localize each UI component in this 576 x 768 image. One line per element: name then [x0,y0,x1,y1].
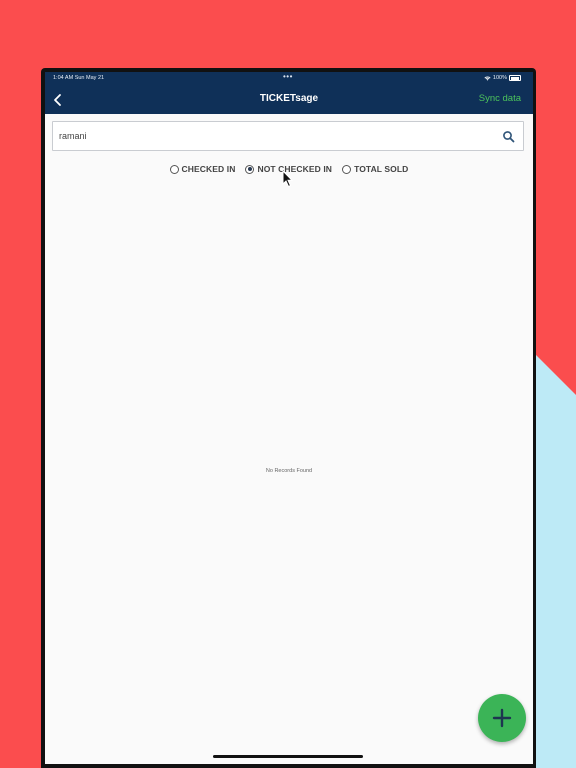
radio-label-total-sold: TOTAL SOLD [354,164,409,174]
wifi-icon [484,76,491,81]
radio-not-checked-in[interactable]: NOT CHECKED IN [245,164,332,174]
app-header: 1:04 AM Sun May 21 ••• 100% TICKETsage S… [45,72,533,114]
sync-data-button[interactable]: Sync data [479,93,521,104]
radio-button-unselected[interactable] [169,164,179,174]
app-screen: 1:04 AM Sun May 21 ••• 100% TICKETsage S… [45,72,533,764]
radio-total-sold[interactable]: TOTAL SOLD [342,164,408,174]
filter-radio-group: CHECKED IN NOT CHECKED IN TOTAL SOLD [45,161,533,177]
radio-button-unselected[interactable] [342,164,352,174]
empty-state-message: No Records Found [265,468,313,474]
radio-button-selected[interactable] [245,164,255,174]
status-right: 100% [484,75,521,81]
page-title: TICKETsage [259,93,319,104]
battery-percent: 100% [492,75,507,81]
search-bar [52,121,524,151]
radio-checked-in[interactable]: CHECKED IN [169,164,236,174]
home-indicator [213,755,363,758]
radio-label-checked-in: CHECKED IN [181,164,236,174]
battery-icon [509,75,521,81]
search-input[interactable] [59,128,479,144]
add-button[interactable] [478,694,526,742]
radio-label-not-checked-in: NOT CHECKED IN [257,164,333,174]
multitask-dots[interactable]: ••• [283,72,293,81]
plus-icon [492,708,512,728]
status-time: 1:04 AM Sun May 21 [53,75,105,81]
search-icon[interactable] [502,130,515,143]
